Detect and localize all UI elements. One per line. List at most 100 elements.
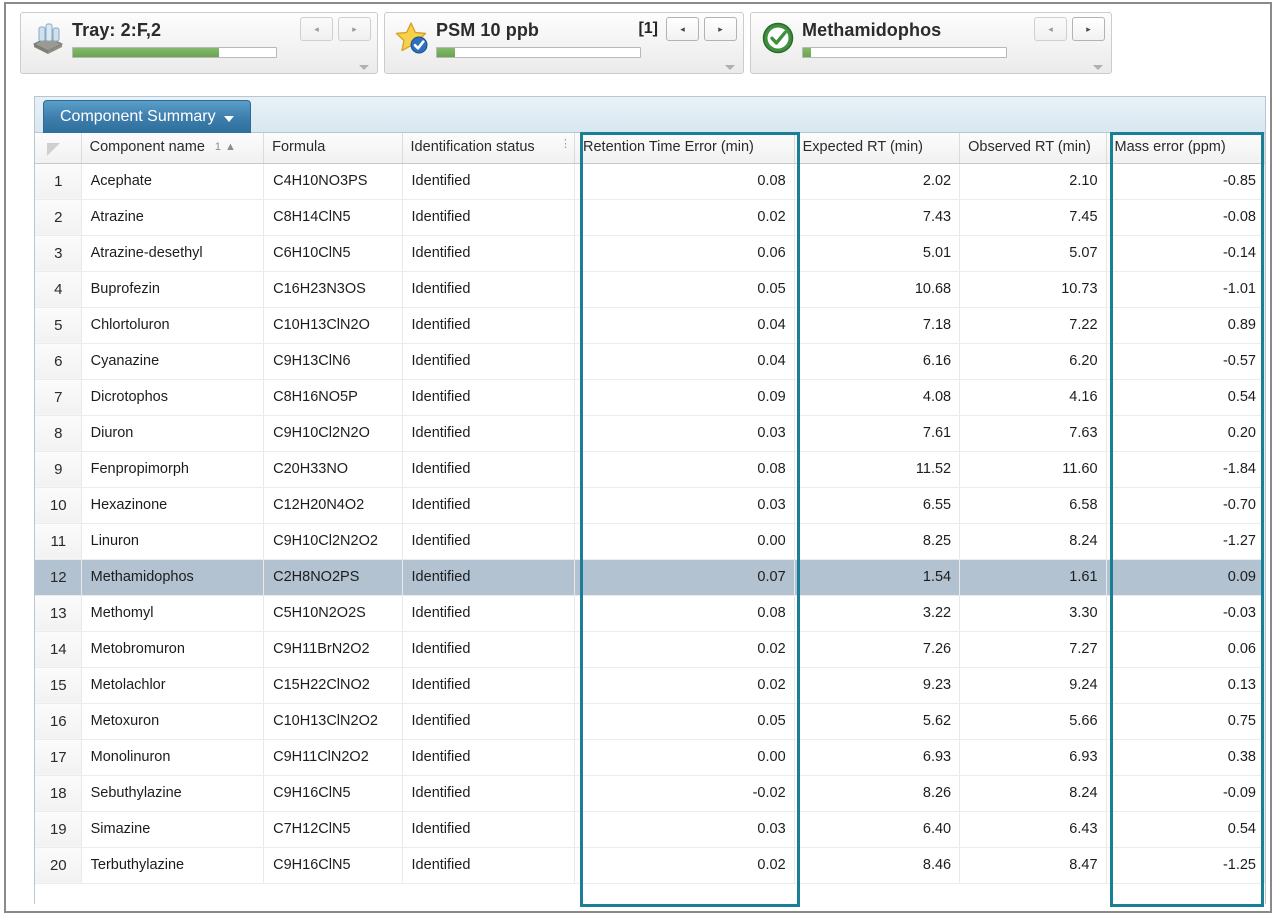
row-number-cell[interactable]: 12: [35, 559, 82, 596]
cell-formula[interactable]: C6H10ClN5: [263, 235, 403, 272]
cell-status[interactable]: Identified: [402, 523, 576, 560]
row-number-cell[interactable]: 18: [35, 775, 82, 812]
cell-ort[interactable]: 7.27: [959, 631, 1107, 668]
cell-mass[interactable]: 0.09: [1106, 559, 1265, 596]
cell-name[interactable]: Acephate: [81, 163, 265, 200]
row-number-cell[interactable]: 4: [35, 271, 82, 308]
cell-rte[interactable]: 0.03: [574, 487, 795, 524]
cell-rte[interactable]: 0.04: [574, 343, 795, 380]
column-header-select-all[interactable]: [35, 133, 82, 164]
cell-status[interactable]: Identified: [402, 739, 576, 776]
cell-rte[interactable]: 0.08: [574, 163, 795, 200]
cell-status[interactable]: Identified: [402, 307, 576, 344]
cell-mass[interactable]: -1.84: [1106, 451, 1265, 488]
table-row[interactable]: 15 Metolachlor C15H22ClNO2 Identified 0.02 9.…: [35, 667, 1265, 704]
cell-formula[interactable]: C8H14ClN5: [263, 199, 403, 236]
component-dropdown-caret-icon[interactable]: [1093, 65, 1103, 70]
cell-ert[interactable]: 9.23: [794, 667, 961, 704]
cell-ort[interactable]: 5.66: [959, 703, 1107, 740]
cell-status[interactable]: Identified: [402, 415, 576, 452]
cell-formula[interactable]: C2H8NO2PS: [263, 559, 403, 596]
cell-status[interactable]: Identified: [402, 163, 576, 200]
cell-name[interactable]: Diuron: [81, 415, 265, 452]
row-number-cell[interactable]: 16: [35, 703, 82, 740]
cell-mass[interactable]: 0.13: [1106, 667, 1265, 704]
cell-formula[interactable]: C20H33NO: [263, 451, 403, 488]
cell-mass[interactable]: -0.70: [1106, 487, 1265, 524]
navigator-panel-sample[interactable]: PSM 10 ppb [1] ◂ ▸: [384, 12, 744, 74]
cell-name[interactable]: Hexazinone: [81, 487, 265, 524]
cell-formula[interactable]: C15H22ClNO2: [263, 667, 403, 704]
cell-status[interactable]: Identified: [402, 775, 576, 812]
cell-rte[interactable]: 0.02: [574, 631, 795, 668]
cell-rte[interactable]: 0.00: [574, 523, 795, 560]
cell-mass[interactable]: -0.09: [1106, 775, 1265, 812]
cell-ert[interactable]: 6.93: [794, 739, 961, 776]
table-row[interactable]: 16 Metoxuron C10H13ClN2O2 Identified 0.05 5.6…: [35, 703, 1265, 740]
row-number-cell[interactable]: 20: [35, 847, 82, 884]
cell-rte[interactable]: 0.05: [574, 271, 795, 308]
cell-ert[interactable]: 6.16: [794, 343, 961, 380]
cell-rte[interactable]: 0.04: [574, 307, 795, 344]
cell-mass[interactable]: 0.54: [1106, 379, 1265, 416]
cell-formula[interactable]: C8H16NO5P: [263, 379, 403, 416]
cell-rte[interactable]: 0.07: [574, 559, 795, 596]
cell-formula[interactable]: C10H13ClN2O: [263, 307, 403, 344]
cell-name[interactable]: Linuron: [81, 523, 265, 560]
cell-formula[interactable]: C7H12ClN5: [263, 811, 403, 848]
cell-status[interactable]: Identified: [402, 451, 576, 488]
cell-mass[interactable]: -0.85: [1106, 163, 1265, 200]
cell-status[interactable]: Identified: [402, 631, 576, 668]
cell-name[interactable]: Metobromuron: [81, 631, 265, 668]
cell-mass[interactable]: 0.75: [1106, 703, 1265, 740]
row-number-cell[interactable]: 10: [35, 487, 82, 524]
cell-status[interactable]: Identified: [402, 379, 576, 416]
cell-name[interactable]: Methomyl: [81, 595, 265, 632]
cell-mass[interactable]: -0.57: [1106, 343, 1265, 380]
cell-ort[interactable]: 8.47: [959, 847, 1107, 884]
cell-formula[interactable]: C9H10Cl2N2O2: [263, 523, 403, 560]
cell-rte[interactable]: 0.09: [574, 379, 795, 416]
cell-formula[interactable]: C9H16ClN5: [263, 775, 403, 812]
row-number-cell[interactable]: 14: [35, 631, 82, 668]
cell-formula[interactable]: C10H13ClN2O2: [263, 703, 403, 740]
cell-rte[interactable]: 0.08: [574, 595, 795, 632]
cell-formula[interactable]: C9H13ClN6: [263, 343, 403, 380]
column-header-retention-time-error[interactable]: Retention Time Error (min): [574, 133, 795, 164]
cell-status[interactable]: Identified: [402, 811, 576, 848]
cell-rte[interactable]: 0.05: [574, 703, 795, 740]
cell-ert[interactable]: 7.18: [794, 307, 961, 344]
cell-ort[interactable]: 7.22: [959, 307, 1107, 344]
column-options-icon[interactable]: ⋮: [560, 139, 571, 150]
cell-name[interactable]: Sebuthylazine: [81, 775, 265, 812]
cell-formula[interactable]: C9H11ClN2O2: [263, 739, 403, 776]
cell-ort[interactable]: 6.20: [959, 343, 1107, 380]
cell-ert[interactable]: 4.08: [794, 379, 961, 416]
cell-rte[interactable]: 0.08: [574, 451, 795, 488]
cell-formula[interactable]: C9H16ClN5: [263, 847, 403, 884]
cell-mass[interactable]: 0.38: [1106, 739, 1265, 776]
table-row[interactable]: 20 Terbuthylazine C9H16ClN5 Identified 0.02 8…: [35, 847, 1265, 884]
cell-name[interactable]: Simazine: [81, 811, 265, 848]
cell-ort[interactable]: 8.24: [959, 523, 1107, 560]
sample-prev-button[interactable]: ◂: [666, 17, 699, 41]
table-row[interactable]: 2 Atrazine C8H14ClN5 Identified 0.02 7.43 7.45…: [35, 199, 1265, 236]
table-row[interactable]: 9 Fenpropimorph C20H33NO Identified 0.08 11.5…: [35, 451, 1265, 488]
cell-mass[interactable]: -1.25: [1106, 847, 1265, 884]
cell-status[interactable]: Identified: [402, 667, 576, 704]
cell-name[interactable]: Chlortoluron: [81, 307, 265, 344]
cell-ert[interactable]: 8.26: [794, 775, 961, 812]
cell-ort[interactable]: 6.43: [959, 811, 1107, 848]
cell-ort[interactable]: 2.10: [959, 163, 1107, 200]
cell-mass[interactable]: -0.08: [1106, 199, 1265, 236]
row-number-cell[interactable]: 11: [35, 523, 82, 560]
component-prev-button[interactable]: ◂: [1034, 17, 1067, 41]
row-number-cell[interactable]: 19: [35, 811, 82, 848]
cell-ort[interactable]: 10.73: [959, 271, 1107, 308]
cell-rte[interactable]: 0.02: [574, 847, 795, 884]
cell-status[interactable]: Identified: [402, 559, 576, 596]
cell-ert[interactable]: 7.61: [794, 415, 961, 452]
column-header-observed-rt[interactable]: Observed RT (min): [959, 133, 1107, 164]
cell-mass[interactable]: 0.20: [1106, 415, 1265, 452]
cell-name[interactable]: Terbuthylazine: [81, 847, 265, 884]
